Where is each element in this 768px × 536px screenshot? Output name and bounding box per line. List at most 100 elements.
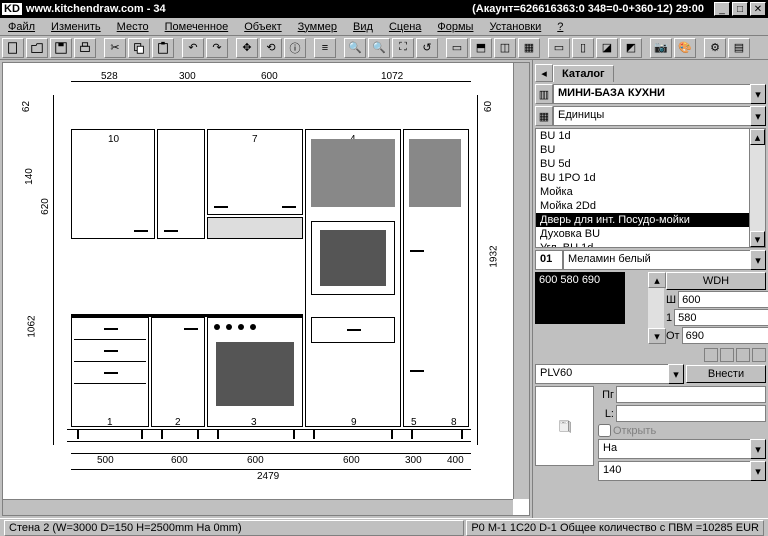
view-persp-icon[interactable]: ◩ <box>620 38 642 58</box>
camera-icon[interactable]: 📷 <box>650 38 672 58</box>
input-d[interactable] <box>674 309 768 326</box>
canvas-hscroll[interactable] <box>3 499 513 515</box>
num-1: 1 <box>107 417 113 428</box>
finish-combo[interactable]: 01 Меламин белый ▾ <box>535 250 766 270</box>
menu-zoom[interactable]: Зуммер <box>294 20 341 34</box>
wdh-button[interactable]: WDH <box>666 272 766 290</box>
zoom-out-icon[interactable]: 🔍 <box>368 38 390 58</box>
view-elev-icon[interactable]: ▯ <box>572 38 594 58</box>
drop-icon[interactable]: ▾ <box>750 439 766 459</box>
menu-file[interactable]: Файл <box>4 20 39 34</box>
close-button[interactable]: ✕ <box>750 2 766 16</box>
base-2[interactable] <box>151 317 205 427</box>
drop-icon[interactable]: ▾ <box>750 250 766 270</box>
wall-cabinet-narrow[interactable] <box>157 129 205 239</box>
base-drawers-1[interactable] <box>71 317 149 427</box>
dims-listed[interactable]: 600 580 690 <box>535 272 625 324</box>
list-item[interactable]: Мойка 2Dd <box>536 199 765 213</box>
menu-help[interactable]: ? <box>553 20 567 34</box>
move-icon[interactable]: ✥ <box>236 38 258 58</box>
base-stove-3[interactable] <box>207 317 303 427</box>
copy-icon[interactable] <box>128 38 150 58</box>
input-l[interactable] <box>616 405 766 422</box>
mini-a-icon[interactable] <box>704 348 718 362</box>
items-listbox[interactable]: BU 1dBUBU 5dBU 1PO 1dМойкаМойка 2DdДверь… <box>535 128 766 248</box>
catalog-book-icon[interactable]: ▥ <box>535 84 553 104</box>
tool-a-icon[interactable]: ▭ <box>446 38 468 58</box>
drawing-canvas[interactable]: 528 300 600 1072 62 140 1062 620 1932 60… <box>2 62 530 516</box>
list-item[interactable]: BU 1d <box>536 129 765 143</box>
zoom-in-icon[interactable]: 🔍 <box>344 38 366 58</box>
ha-combo[interactable]: Ha▾ <box>598 439 766 459</box>
catalog-name-combo[interactable]: ▥ МИНИ-БАЗА КУХНИ ▾ <box>535 84 766 104</box>
apply-button[interactable]: Внести <box>686 365 766 383</box>
undo-icon[interactable]: ↶ <box>182 38 204 58</box>
view-plan-icon[interactable]: ▭ <box>548 38 570 58</box>
extra-b-icon[interactable]: ▤ <box>728 38 750 58</box>
open-icon[interactable] <box>26 38 48 58</box>
dims-down-icon[interactable]: ▾ <box>648 328 666 344</box>
wall-cabinet-hood[interactable] <box>207 217 303 239</box>
input-pg[interactable] <box>616 386 766 403</box>
mini-d-icon[interactable] <box>752 348 766 362</box>
model-combo[interactable]: PLV60 ▾ <box>535 364 684 384</box>
tool-d-icon[interactable]: ▦ <box>518 38 540 58</box>
zoom-fit-icon[interactable]: ⛶ <box>392 38 414 58</box>
extra-a-icon[interactable]: ⚙ <box>704 38 726 58</box>
list-item[interactable]: BU <box>536 143 765 157</box>
mini-c-icon[interactable] <box>736 348 750 362</box>
list-item[interactable]: BU 1PO 1d <box>536 171 765 185</box>
dims-up-icon[interactable]: ▴ <box>648 272 666 288</box>
menu-edit[interactable]: Изменить <box>47 20 105 34</box>
menu-object[interactable]: Объект <box>240 20 285 34</box>
save-icon[interactable] <box>50 38 72 58</box>
catalog-prev-icon[interactable]: ◂ <box>535 64 553 82</box>
view-3d-icon[interactable]: ◪ <box>596 38 618 58</box>
cut-icon[interactable]: ✂ <box>104 38 126 58</box>
list-item[interactable]: BU 5d <box>536 157 765 171</box>
paste-icon[interactable] <box>152 38 174 58</box>
list-item[interactable]: Мойка <box>536 185 765 199</box>
tool-b-icon[interactable]: ⬒ <box>470 38 492 58</box>
list-item[interactable]: Духовка BU <box>536 227 765 241</box>
drop-icon[interactable]: ▾ <box>750 461 766 481</box>
wall-cabinet-10[interactable]: 10 <box>71 129 155 239</box>
rotate-icon[interactable]: ⟲ <box>260 38 282 58</box>
menu-scene[interactable]: Сцена <box>385 20 425 34</box>
new-icon[interactable] <box>2 38 24 58</box>
info-icon[interactable]: ⓘ <box>284 38 306 58</box>
drop-icon[interactable]: ▾ <box>750 106 766 126</box>
scroll-down-icon[interactable]: ▾ <box>750 231 765 247</box>
oven-drawer[interactable] <box>311 317 395 343</box>
list-scrollbar[interactable]: ▴ ▾ <box>749 129 765 247</box>
mini-b-icon[interactable] <box>720 348 734 362</box>
menu-view[interactable]: Вид <box>349 20 377 34</box>
minimize-button[interactable]: _ <box>714 2 730 16</box>
drop-icon[interactable]: ▾ <box>668 364 684 384</box>
zoom-prev-icon[interactable]: ↺ <box>416 38 438 58</box>
open-checkbox[interactable] <box>598 424 611 437</box>
redo-icon[interactable]: ↷ <box>206 38 228 58</box>
tool-c-icon[interactable]: ◫ <box>494 38 516 58</box>
units-combo[interactable]: ▦ Единицы ▾ <box>535 106 766 126</box>
layers-icon[interactable]: ≡ <box>314 38 336 58</box>
maximize-button[interactable]: □ <box>732 2 748 16</box>
list-item[interactable]: Угл. BU 1d <box>536 241 765 248</box>
input-h[interactable] <box>682 327 768 344</box>
list-item[interactable]: Дверь для инт. Посудо-мойки <box>536 213 765 227</box>
oven-upper[interactable] <box>311 221 395 295</box>
wall-cabinet-7[interactable]: 7 <box>207 129 303 215</box>
menu-marked[interactable]: Помеченное <box>161 20 233 34</box>
menu-forms[interactable]: Формы <box>433 20 477 34</box>
canvas-vscroll[interactable] <box>513 63 529 499</box>
scroll-up-icon[interactable]: ▴ <box>750 129 765 145</box>
menu-place[interactable]: Место <box>113 20 153 34</box>
print-icon[interactable] <box>74 38 96 58</box>
menu-settings[interactable]: Установки <box>485 20 545 34</box>
render-icon[interactable]: 🎨 <box>674 38 696 58</box>
ha-value-combo[interactable]: 140▾ <box>598 461 766 481</box>
drop-icon[interactable]: ▾ <box>750 84 766 104</box>
catalog-tab[interactable]: Каталог <box>553 65 614 82</box>
input-w[interactable] <box>678 291 768 308</box>
units-icon[interactable]: ▦ <box>535 106 553 126</box>
